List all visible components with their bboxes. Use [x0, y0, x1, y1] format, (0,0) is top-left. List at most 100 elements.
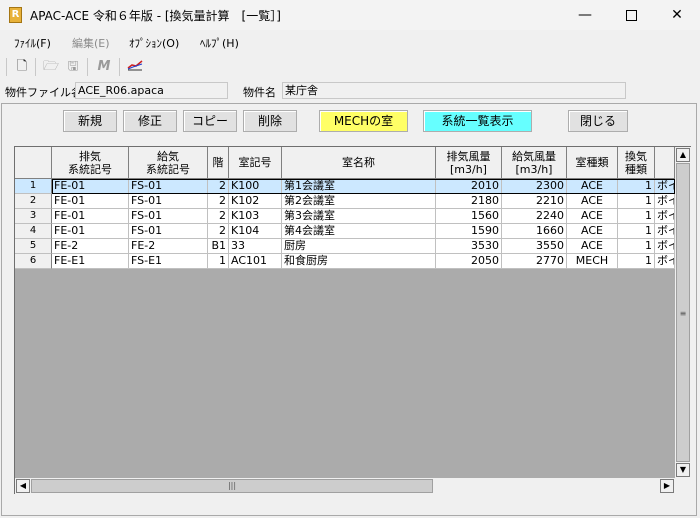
cell-exhaust-system[interactable]: FE-01 [52, 179, 129, 194]
cell-floor[interactable]: 2 [208, 224, 229, 239]
cell-exhaust-volume[interactable]: 2180 [436, 194, 502, 209]
open-folder-icon[interactable]: 🗁 [42, 58, 60, 76]
row-number[interactable]: 1 [15, 179, 52, 194]
vertical-scroll-thumb[interactable]: ≡ [676, 163, 690, 462]
row-number[interactable]: 4 [15, 224, 52, 239]
copy-button[interactable]: コピー [183, 110, 237, 132]
cell-room-type[interactable]: ACE [567, 179, 618, 194]
cell-room-code[interactable]: K102 [229, 194, 282, 209]
cell-supply-volume[interactable]: 2240 [502, 209, 567, 224]
cell-room-type[interactable]: MECH [567, 254, 618, 269]
cell-room-type[interactable]: ACE [567, 194, 618, 209]
scroll-left-icon[interactable]: ◀ [16, 479, 30, 493]
cell-room-name[interactable]: 第3会議室 [282, 209, 436, 224]
cell-supply-system[interactable]: FS-01 [129, 209, 208, 224]
close-button[interactable]: 閉じる [568, 110, 628, 132]
cell-floor[interactable]: 2 [208, 194, 229, 209]
cell-room-code[interactable]: 33 [229, 239, 282, 254]
cell-supply-volume[interactable]: 3550 [502, 239, 567, 254]
cell-ventilation-type[interactable]: 1 [618, 209, 655, 224]
cell-room-type[interactable]: ACE [567, 209, 618, 224]
new-button[interactable]: 新規 [63, 110, 117, 132]
col-header-ventilation-type[interactable]: 換気 種類 [618, 147, 655, 179]
cell-ventilation-type[interactable]: 1 [618, 224, 655, 239]
horizontal-scroll-thumb[interactable]: ||| [31, 479, 433, 493]
cell-extra[interactable]: ボイ [655, 179, 675, 194]
menu-file[interactable]: ﾌｧｲﾙ(F) [14, 35, 51, 51]
horizontal-scrollbar[interactable]: ◀ ||| ▶ [15, 478, 675, 494]
cell-room-name[interactable]: 第1会議室 [282, 179, 436, 194]
cell-supply-volume[interactable]: 2300 [502, 179, 567, 194]
row-number[interactable]: 5 [15, 239, 52, 254]
cell-ventilation-type[interactable]: 1 [618, 254, 655, 269]
col-header-room-code[interactable]: 室記号 [229, 147, 282, 179]
cell-exhaust-volume[interactable]: 2050 [436, 254, 502, 269]
chart-icon[interactable] [126, 58, 144, 76]
vertical-scrollbar[interactable]: ▲ ≡ ▼ [675, 147, 691, 478]
col-header-room-name[interactable]: 室名称 [282, 147, 436, 179]
cell-room-code[interactable]: K103 [229, 209, 282, 224]
cell-room-name[interactable]: 和食厨房 [282, 254, 436, 269]
m-icon[interactable]: M [95, 58, 113, 76]
cell-exhaust-system[interactable]: FE-E1 [52, 254, 129, 269]
cell-room-name[interactable]: 第2会議室 [282, 194, 436, 209]
col-header-room-type[interactable]: 室種類 [567, 147, 618, 179]
menu-help[interactable]: ﾍﾙﾌﾟ(H) [200, 35, 239, 51]
col-header-floor[interactable]: 階 [208, 147, 229, 179]
delete-button[interactable]: 削除 [243, 110, 297, 132]
cell-supply-system[interactable]: FS-E1 [129, 254, 208, 269]
cell-extra[interactable]: ボイ [655, 224, 675, 239]
cell-room-type[interactable]: ACE [567, 224, 618, 239]
row-number[interactable]: 6 [15, 254, 52, 269]
col-header-supply-volume[interactable]: 給気風量 [m3/h] [502, 147, 567, 179]
cell-floor[interactable]: B1 [208, 239, 229, 254]
cell-extra[interactable]: ボイ [655, 254, 675, 269]
col-header-supply-system[interactable]: 給気 系統記号 [129, 147, 208, 179]
cell-exhaust-system[interactable]: FE-01 [52, 209, 129, 224]
cell-room-type[interactable]: ACE [567, 239, 618, 254]
cell-ventilation-type[interactable]: 1 [618, 194, 655, 209]
cell-supply-system[interactable]: FS-01 [129, 194, 208, 209]
new-file-icon[interactable]: 🗋 [13, 58, 31, 76]
cell-extra[interactable]: ボイ [655, 194, 675, 209]
scroll-up-icon[interactable]: ▲ [676, 148, 690, 162]
col-header-exhaust-volume[interactable]: 排気風量 [m3/h] [436, 147, 502, 179]
cell-exhaust-system[interactable]: FE-2 [52, 239, 129, 254]
cell-room-code[interactable]: AC101 [229, 254, 282, 269]
cell-supply-volume[interactable]: 2770 [502, 254, 567, 269]
cell-ventilation-type[interactable]: 1 [618, 179, 655, 194]
maximize-icon[interactable] [608, 0, 654, 30]
cell-supply-volume[interactable]: 1660 [502, 224, 567, 239]
cell-exhaust-volume[interactable]: 1590 [436, 224, 502, 239]
scroll-right-icon[interactable]: ▶ [660, 479, 674, 493]
cell-supply-volume[interactable]: 2210 [502, 194, 567, 209]
cell-room-name[interactable]: 第4会議室 [282, 224, 436, 239]
edit-button[interactable]: 修正 [123, 110, 177, 132]
menu-edit[interactable]: 編集(E) [72, 35, 110, 51]
cell-exhaust-volume[interactable]: 2010 [436, 179, 502, 194]
minimize-icon[interactable]: — [562, 0, 608, 30]
cell-exhaust-system[interactable]: FE-01 [52, 224, 129, 239]
scroll-down-icon[interactable]: ▼ [676, 463, 690, 477]
cell-exhaust-volume[interactable]: 1560 [436, 209, 502, 224]
col-header-extra[interactable] [655, 147, 675, 179]
cell-supply-system[interactable]: FS-01 [129, 179, 208, 194]
menu-options[interactable]: ｵﾌﾟｼｮﾝ(O) [129, 35, 179, 51]
save-icon[interactable]: 🖫 [64, 58, 82, 76]
cell-floor[interactable]: 2 [208, 209, 229, 224]
col-header-exhaust-system[interactable]: 排気 系統記号 [52, 147, 129, 179]
cell-ventilation-type[interactable]: 1 [618, 239, 655, 254]
close-icon[interactable]: ✕ [654, 0, 700, 30]
cell-room-code[interactable]: K100 [229, 179, 282, 194]
cell-supply-system[interactable]: FE-2 [129, 239, 208, 254]
cell-room-name[interactable]: 厨房 [282, 239, 436, 254]
mech-rooms-button[interactable]: MECHの室 [319, 110, 408, 132]
cell-supply-system[interactable]: FS-01 [129, 224, 208, 239]
cell-extra[interactable]: ボイ [655, 209, 675, 224]
row-number[interactable]: 3 [15, 209, 52, 224]
row-number[interactable]: 2 [15, 194, 52, 209]
cell-exhaust-system[interactable]: FE-01 [52, 194, 129, 209]
cell-extra[interactable]: ボイ [655, 239, 675, 254]
cell-floor[interactable]: 2 [208, 179, 229, 194]
cell-room-code[interactable]: K104 [229, 224, 282, 239]
